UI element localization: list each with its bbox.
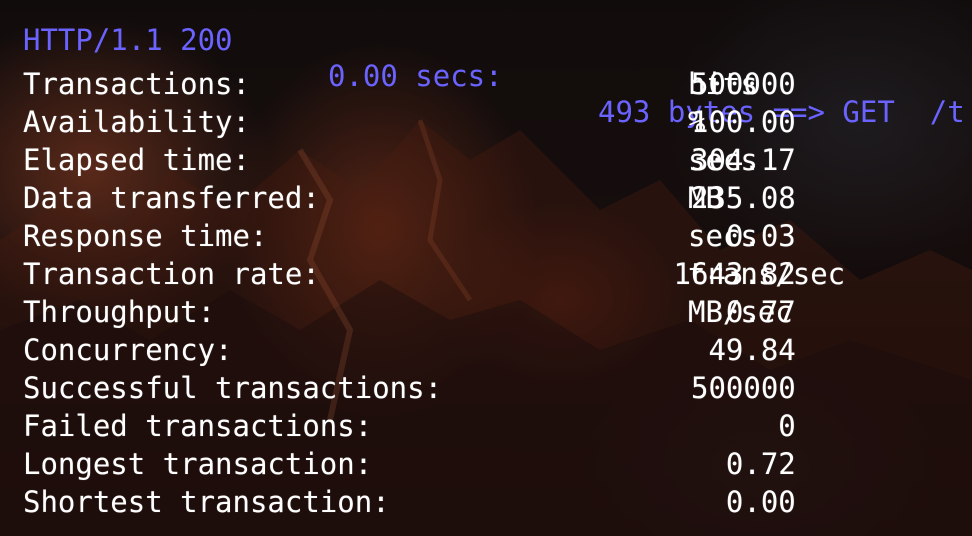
stat-row-transaction-rate: Transaction rate: 1643.82 trans/sec <box>23 255 845 293</box>
stat-row-elapsed-time: Elapsed time: 304.17 secs <box>23 141 796 179</box>
stat-label: Longest transaction: <box>23 447 373 481</box>
terminal-window[interactable]: HTTP/1.1 200 0.00 secs: 493 bytes ==> GE… <box>0 0 972 536</box>
stat-row-response-time: Response time: 0.03 secs <box>23 217 796 255</box>
previous-request-line: HTTP/1.1 200 0.00 secs: 493 bytes ==> GE… <box>23 0 965 129</box>
stat-row-data-transferred: Data transferred: 235.08 MB <box>23 179 796 217</box>
stat-label: Availability: <box>23 105 250 139</box>
stat-label: Transaction rate: <box>23 257 320 291</box>
stat-value: 500000 <box>691 371 796 405</box>
stat-row-shortest-transaction: Shortest transaction: 0.00 <box>23 483 796 521</box>
stat-value: 100.00 <box>691 105 796 139</box>
stat-row-throughput: Throughput: 0.77 MB/sec <box>23 293 796 331</box>
stat-label: Response time: <box>23 219 268 253</box>
stat-unit: secs <box>688 219 758 253</box>
time-text: 0.00 secs: <box>328 59 503 93</box>
status-text: HTTP/1.1 200 <box>23 23 233 57</box>
stat-row-transactions: Transactions: 500000 hits <box>23 65 796 103</box>
stat-unit: MB <box>688 181 723 215</box>
stat-value: 0.72 <box>725 447 796 481</box>
stat-unit: hits <box>688 67 758 101</box>
stat-value: 0 <box>778 409 796 443</box>
stat-unit: % <box>688 105 706 139</box>
stat-row-successful-transactions: Successful transactions: 500000 <box>23 369 796 407</box>
stat-label: Data transferred: <box>23 181 320 215</box>
stat-unit: MB/sec <box>688 295 793 329</box>
stat-unit: trans/sec <box>688 257 846 291</box>
stat-row-concurrency: Concurrency: 49.84 <box>23 331 796 369</box>
stat-label: Shortest transaction: <box>23 485 390 519</box>
stat-label: Transactions: <box>23 67 250 101</box>
stat-label: Throughput: <box>23 295 216 329</box>
stat-value: 0.00 <box>725 485 796 519</box>
stat-value: 49.84 <box>708 333 796 367</box>
stat-label: Concurrency: <box>23 333 233 367</box>
terminal-output: HTTP/1.1 200 0.00 secs: 493 bytes ==> GE… <box>0 0 972 536</box>
stat-label: Successful transactions: <box>23 371 443 405</box>
stat-unit: secs <box>688 143 758 177</box>
stat-row-availability: Availability: 100.00 % <box>23 103 796 141</box>
stat-label: Elapsed time: <box>23 143 250 177</box>
stat-row-longest-transaction: Longest transaction: 0.72 <box>23 445 796 483</box>
stat-label: Failed transactions: <box>23 409 373 443</box>
stat-row-failed-transactions: Failed transactions: 0 <box>23 407 796 445</box>
